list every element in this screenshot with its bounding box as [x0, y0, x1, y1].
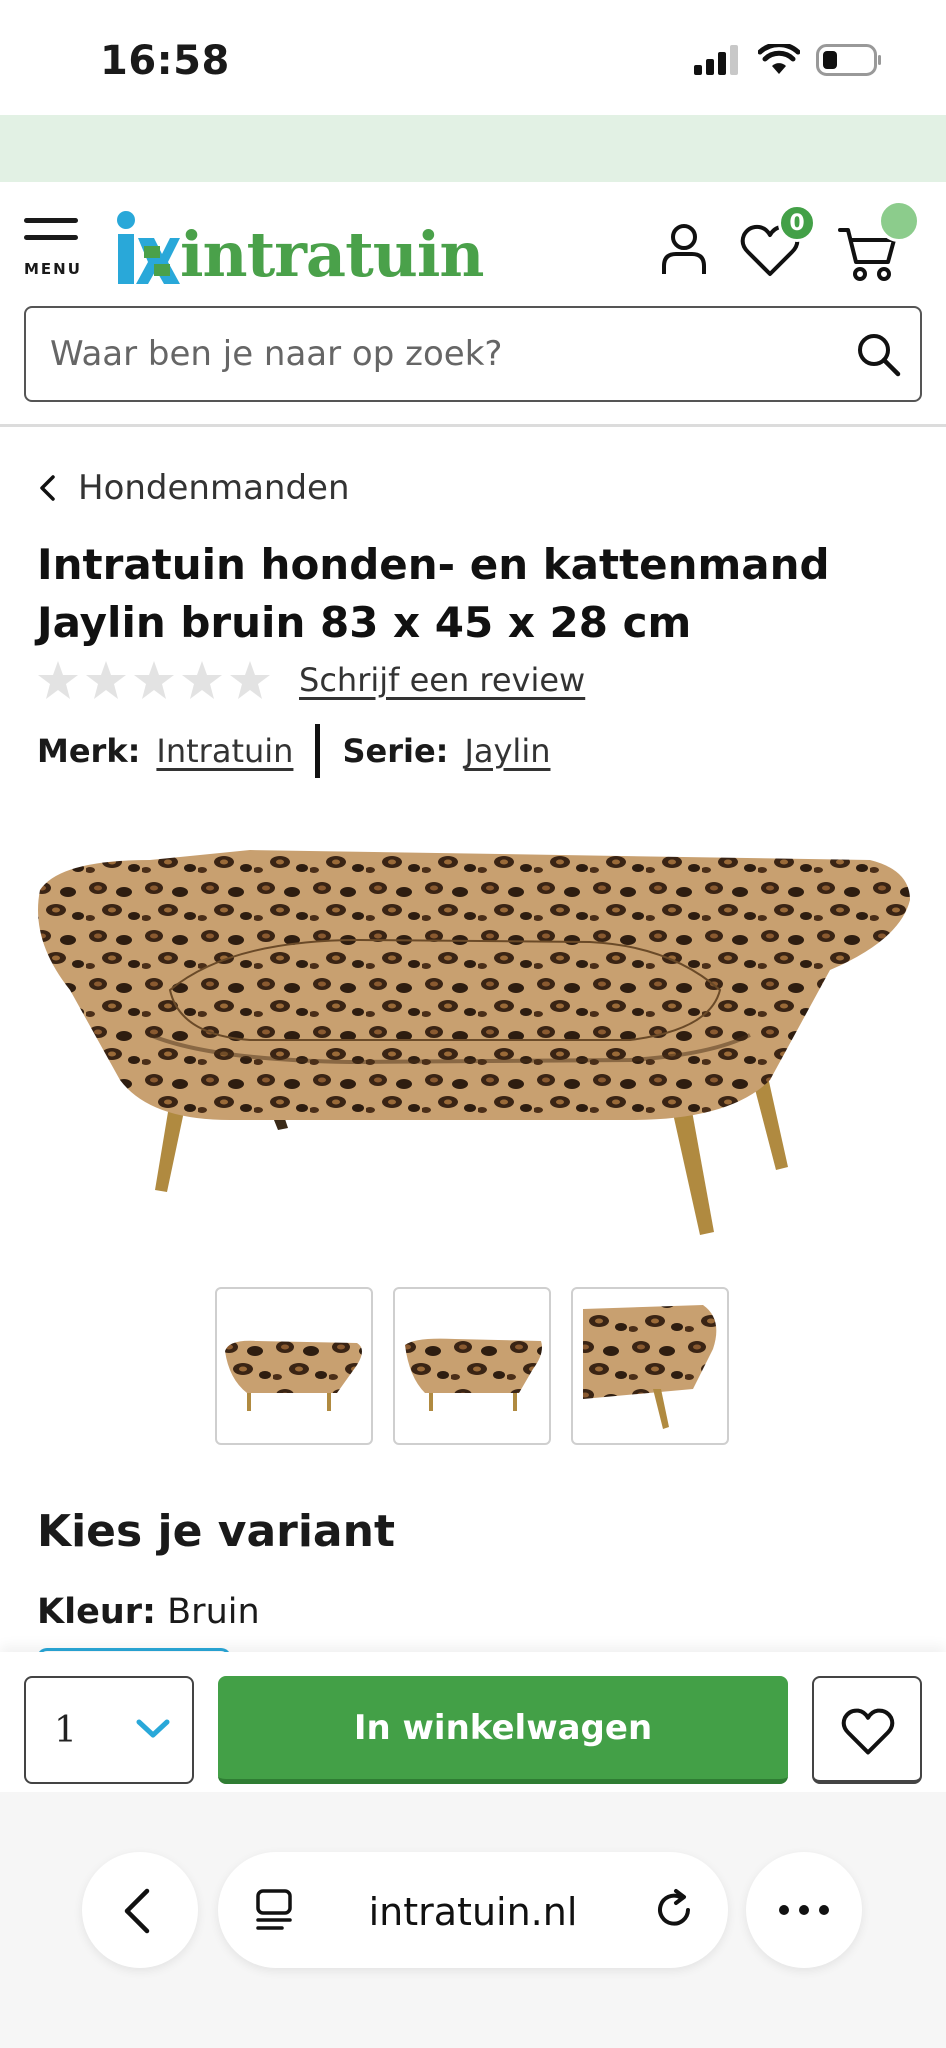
heart-icon — [841, 1708, 895, 1755]
color-label: Kleur: — [37, 1592, 157, 1632]
header-divider — [0, 424, 946, 427]
star-icon — [134, 661, 174, 699]
series-link[interactable]: Jaylin — [464, 732, 550, 770]
star-icon — [86, 661, 126, 699]
search-bar — [24, 306, 922, 402]
site-logo[interactable]: intratuin — [110, 206, 484, 291]
menu-icon-bar — [24, 235, 78, 240]
product-image[interactable] — [30, 830, 916, 1250]
brand-label: Merk: — [37, 732, 141, 770]
thumbnail-3[interactable] — [571, 1287, 729, 1445]
product-rating: Schrijf een review — [37, 660, 585, 700]
product-title: Intratuin honden- en kattenmand Jaylin b… — [37, 540, 830, 647]
wishlist-button[interactable]: 0 — [740, 204, 816, 280]
promo-strip — [0, 115, 946, 182]
add-to-cart-button[interactable]: In winkelwagen — [218, 1676, 788, 1784]
thumbnail-1[interactable] — [215, 1287, 373, 1445]
color-value: Bruin — [167, 1592, 260, 1632]
quantity-select[interactable]: 1 — [24, 1676, 194, 1784]
chevron-down-icon — [136, 1719, 170, 1738]
add-to-wishlist-button[interactable] — [812, 1676, 922, 1784]
search-input[interactable] — [50, 308, 830, 400]
thumbnail-2[interactable] — [393, 1287, 551, 1445]
product-meta: Merk: Intratuin Serie: Jaylin — [37, 724, 550, 778]
search-icon[interactable] — [854, 330, 902, 378]
signal-icon — [694, 45, 738, 75]
wishlist-count-badge: 0 — [778, 204, 816, 242]
wifi-icon — [758, 44, 800, 74]
cart-badge — [878, 200, 920, 242]
more-icon — [779, 1905, 829, 1915]
breadcrumb[interactable]: Hondenmanden — [38, 468, 350, 508]
thumbnail-image — [583, 1305, 717, 1429]
star-icon — [182, 661, 222, 699]
status-bar: 16:58 — [0, 0, 946, 115]
rating-stars — [37, 660, 271, 700]
color-selection: Kleur: Bruin — [37, 1592, 260, 1632]
chevron-left-icon — [40, 475, 55, 501]
variant-title: Kies je variant — [37, 1506, 395, 1557]
status-time: 16:58 — [100, 38, 230, 84]
menu-icon — [24, 218, 78, 223]
meta-separator — [315, 724, 321, 778]
breadcrumb-label: Hondenmanden — [78, 468, 350, 508]
write-review-link[interactable]: Schrijf een review — [299, 661, 585, 699]
chevron-left-icon — [124, 1888, 150, 1934]
address-bar[interactable]: intratuin.nl — [218, 1852, 728, 1968]
battery-icon — [816, 44, 881, 76]
quantity-value: 1 — [54, 1710, 77, 1751]
star-icon — [230, 661, 270, 699]
logo-mark-icon — [117, 211, 180, 284]
thumbnail-strip — [215, 1287, 729, 1445]
url-text: intratuin.nl — [368, 1890, 578, 1934]
site-header: MENU intratuin 0 — [0, 182, 946, 302]
star-icon — [38, 661, 78, 699]
thumbnail-image — [225, 1340, 362, 1411]
cart-button[interactable] — [838, 200, 920, 282]
series-label: Serie: — [342, 732, 449, 770]
status-icons — [694, 44, 882, 76]
browser-toolbar: intratuin.nl — [0, 1792, 946, 2048]
account-icon[interactable] — [660, 222, 708, 276]
browser-back-button[interactable] — [82, 1852, 198, 1968]
logo-text: intratuin — [180, 218, 484, 291]
thumbnail-image — [405, 1338, 542, 1411]
add-to-cart-bar: 1 In winkelwagen — [0, 1652, 946, 1792]
brand-link[interactable]: Intratuin — [156, 732, 293, 770]
reload-icon[interactable] — [654, 1888, 696, 1932]
menu-label: MENU — [24, 260, 82, 278]
more-options-button[interactable] — [746, 1852, 862, 1968]
